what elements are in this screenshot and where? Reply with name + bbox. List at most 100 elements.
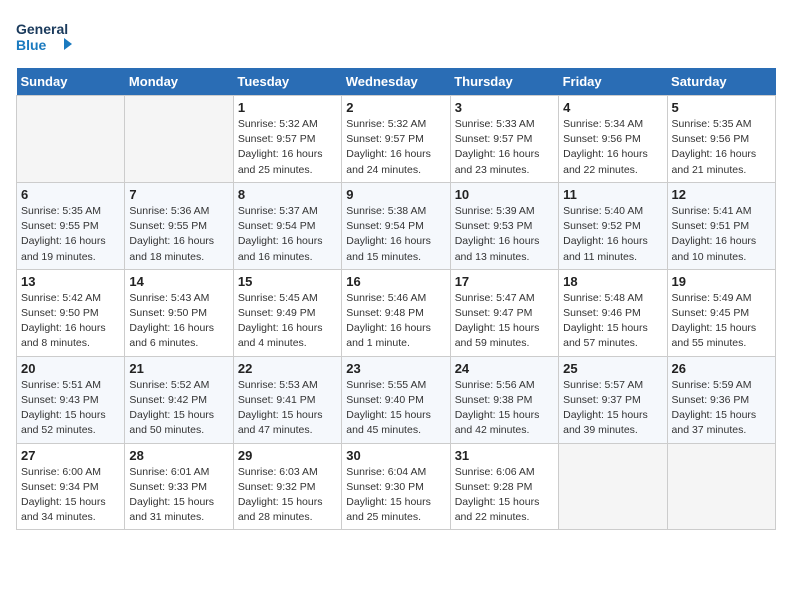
calendar-cell: 6Sunrise: 5:35 AM Sunset: 9:55 PM Daylig… — [17, 182, 125, 269]
day-number: 13 — [21, 274, 120, 289]
calendar-cell: 4Sunrise: 5:34 AM Sunset: 9:56 PM Daylig… — [559, 96, 667, 183]
day-number: 25 — [563, 361, 662, 376]
calendar-cell: 22 Sunrise: 5:53 AM Sunset: 9:41 PM Dayli… — [233, 356, 341, 443]
day-number: 27 — [21, 448, 120, 463]
dow-header-sunday: Sunday — [17, 68, 125, 96]
calendar-cell: 15Sunrise: 5:45 AM Sunset: 9:49 PM Dayli… — [233, 269, 341, 356]
day-number: 23 — [346, 361, 445, 376]
day-info: Sunrise: 6:00 AM Sunset: 9:34 PM Dayligh… — [21, 465, 120, 526]
day-number: 10 — [455, 187, 554, 202]
day-info: Sunrise: 5:52 AM Sunset: 9:42 PM Dayligh… — [129, 378, 228, 439]
calendar-cell: 9 Sunrise: 5:38 AM Sunset: 9:54 PM Daylig… — [342, 182, 450, 269]
day-info: Sunrise: 5:37 AM Sunset: 9:54 PM Dayligh… — [238, 204, 337, 265]
day-info: Sunrise: 5:40 AM Sunset: 9:52 PM Dayligh… — [563, 204, 662, 265]
day-info: Sunrise: 6:06 AM Sunset: 9:28 PM Dayligh… — [455, 465, 554, 526]
calendar-cell: 19 Sunrise: 5:49 AM Sunset: 9:45 PM Dayli… — [667, 269, 775, 356]
dow-header-wednesday: Wednesday — [342, 68, 450, 96]
dow-header-monday: Monday — [125, 68, 233, 96]
calendar-cell: 28 Sunrise: 6:01 AM Sunset: 9:33 PM Dayli… — [125, 443, 233, 530]
day-number: 30 — [346, 448, 445, 463]
day-info: Sunrise: 5:57 AM Sunset: 9:37 PM Dayligh… — [563, 378, 662, 439]
day-number: 22 — [238, 361, 337, 376]
day-info: Sunrise: 5:32 AM Sunset: 9:57 PM Dayligh… — [238, 117, 337, 178]
day-number: 21 — [129, 361, 228, 376]
calendar-cell: 13 Sunrise: 5:42 AM Sunset: 9:50 PM Dayli… — [17, 269, 125, 356]
day-number: 1 — [238, 100, 337, 115]
calendar-cell: 24 Sunrise: 5:56 AM Sunset: 9:38 PM Dayli… — [450, 356, 558, 443]
day-number: 28 — [129, 448, 228, 463]
calendar-cell: 11 Sunrise: 5:40 AM Sunset: 9:52 PM Dayli… — [559, 182, 667, 269]
calendar-cell — [667, 443, 775, 530]
day-info: Sunrise: 5:46 AM Sunset: 9:48 PM Dayligh… — [346, 291, 445, 352]
day-number: 11 — [563, 187, 662, 202]
calendar-cell: 31 Sunrise: 6:06 AM Sunset: 9:28 PM Dayli… — [450, 443, 558, 530]
calendar-cell: 20Sunrise: 5:51 AM Sunset: 9:43 PM Dayli… — [17, 356, 125, 443]
day-number: 9 — [346, 187, 445, 202]
day-number: 5 — [672, 100, 771, 115]
day-info: Sunrise: 5:48 AM Sunset: 9:46 PM Dayligh… — [563, 291, 662, 352]
calendar-cell: 30 Sunrise: 6:04 AM Sunset: 9:30 PM Dayli… — [342, 443, 450, 530]
calendar-cell — [559, 443, 667, 530]
calendar-cell: 10 Sunrise: 5:39 AM Sunset: 9:53 PM Dayli… — [450, 182, 558, 269]
day-number: 26 — [672, 361, 771, 376]
calendar-cell: 7Sunrise: 5:36 AM Sunset: 9:55 PM Daylig… — [125, 182, 233, 269]
day-number: 15 — [238, 274, 337, 289]
day-info: Sunrise: 6:03 AM Sunset: 9:32 PM Dayligh… — [238, 465, 337, 526]
day-info: Sunrise: 5:32 AM Sunset: 9:57 PM Dayligh… — [346, 117, 445, 178]
day-info: Sunrise: 5:51 AM Sunset: 9:43 PM Dayligh… — [21, 378, 120, 439]
calendar-cell: 26 Sunrise: 5:59 AM Sunset: 9:36 PM Dayli… — [667, 356, 775, 443]
page-header: GeneralBlue — [16, 16, 776, 56]
day-info: Sunrise: 5:43 AM Sunset: 9:50 PM Dayligh… — [129, 291, 228, 352]
calendar-cell: 18 Sunrise: 5:48 AM Sunset: 9:46 PM Dayli… — [559, 269, 667, 356]
dow-header-saturday: Saturday — [667, 68, 775, 96]
calendar-cell: 27 Sunrise: 6:00 AM Sunset: 9:34 PM Dayli… — [17, 443, 125, 530]
dow-header-thursday: Thursday — [450, 68, 558, 96]
day-info: Sunrise: 5:55 AM Sunset: 9:40 PM Dayligh… — [346, 378, 445, 439]
calendar-cell — [17, 96, 125, 183]
svg-text:General: General — [16, 21, 68, 37]
day-number: 8 — [238, 187, 337, 202]
day-number: 31 — [455, 448, 554, 463]
day-info: Sunrise: 5:36 AM Sunset: 9:55 PM Dayligh… — [129, 204, 228, 265]
day-info: Sunrise: 5:53 AM Sunset: 9:41 PM Dayligh… — [238, 378, 337, 439]
day-number: 12 — [672, 187, 771, 202]
day-info: Sunrise: 5:38 AM Sunset: 9:54 PM Dayligh… — [346, 204, 445, 265]
day-number: 18 — [563, 274, 662, 289]
day-info: Sunrise: 5:33 AM Sunset: 9:57 PM Dayligh… — [455, 117, 554, 178]
day-info: Sunrise: 5:39 AM Sunset: 9:53 PM Dayligh… — [455, 204, 554, 265]
calendar-cell: 12 Sunrise: 5:41 AM Sunset: 9:51 PM Dayli… — [667, 182, 775, 269]
calendar-cell: 17 Sunrise: 5:47 AM Sunset: 9:47 PM Dayli… — [450, 269, 558, 356]
day-number: 2 — [346, 100, 445, 115]
day-number: 17 — [455, 274, 554, 289]
svg-text:Blue: Blue — [16, 37, 47, 53]
calendar-cell — [125, 96, 233, 183]
day-info: Sunrise: 6:01 AM Sunset: 9:33 PM Dayligh… — [129, 465, 228, 526]
calendar-table: SundayMondayTuesdayWednesdayThursdayFrid… — [16, 68, 776, 530]
logo-icon: GeneralBlue — [16, 16, 76, 56]
day-info: Sunrise: 5:35 AM Sunset: 9:56 PM Dayligh… — [672, 117, 771, 178]
day-number: 24 — [455, 361, 554, 376]
calendar-cell: 23 Sunrise: 5:55 AM Sunset: 9:40 PM Dayli… — [342, 356, 450, 443]
day-info: Sunrise: 5:47 AM Sunset: 9:47 PM Dayligh… — [455, 291, 554, 352]
calendar-cell: 25 Sunrise: 5:57 AM Sunset: 9:37 PM Dayli… — [559, 356, 667, 443]
day-number: 3 — [455, 100, 554, 115]
day-number: 16 — [346, 274, 445, 289]
calendar-cell: 14 Sunrise: 5:43 AM Sunset: 9:50 PM Dayli… — [125, 269, 233, 356]
day-info: Sunrise: 5:56 AM Sunset: 9:38 PM Dayligh… — [455, 378, 554, 439]
calendar-cell: 3 Sunrise: 5:33 AM Sunset: 9:57 PM Daylig… — [450, 96, 558, 183]
day-number: 14 — [129, 274, 228, 289]
day-info: Sunrise: 5:42 AM Sunset: 9:50 PM Dayligh… — [21, 291, 120, 352]
day-info: Sunrise: 5:49 AM Sunset: 9:45 PM Dayligh… — [672, 291, 771, 352]
logo: GeneralBlue — [16, 16, 76, 56]
day-info: Sunrise: 5:59 AM Sunset: 9:36 PM Dayligh… — [672, 378, 771, 439]
dow-header-friday: Friday — [559, 68, 667, 96]
calendar-cell: 29Sunrise: 6:03 AM Sunset: 9:32 PM Dayli… — [233, 443, 341, 530]
day-info: Sunrise: 6:04 AM Sunset: 9:30 PM Dayligh… — [346, 465, 445, 526]
day-number: 6 — [21, 187, 120, 202]
day-number: 4 — [563, 100, 662, 115]
calendar-cell: 8 Sunrise: 5:37 AM Sunset: 9:54 PM Daylig… — [233, 182, 341, 269]
day-number: 19 — [672, 274, 771, 289]
day-info: Sunrise: 5:41 AM Sunset: 9:51 PM Dayligh… — [672, 204, 771, 265]
dow-header-tuesday: Tuesday — [233, 68, 341, 96]
calendar-cell: 5 Sunrise: 5:35 AM Sunset: 9:56 PM Daylig… — [667, 96, 775, 183]
